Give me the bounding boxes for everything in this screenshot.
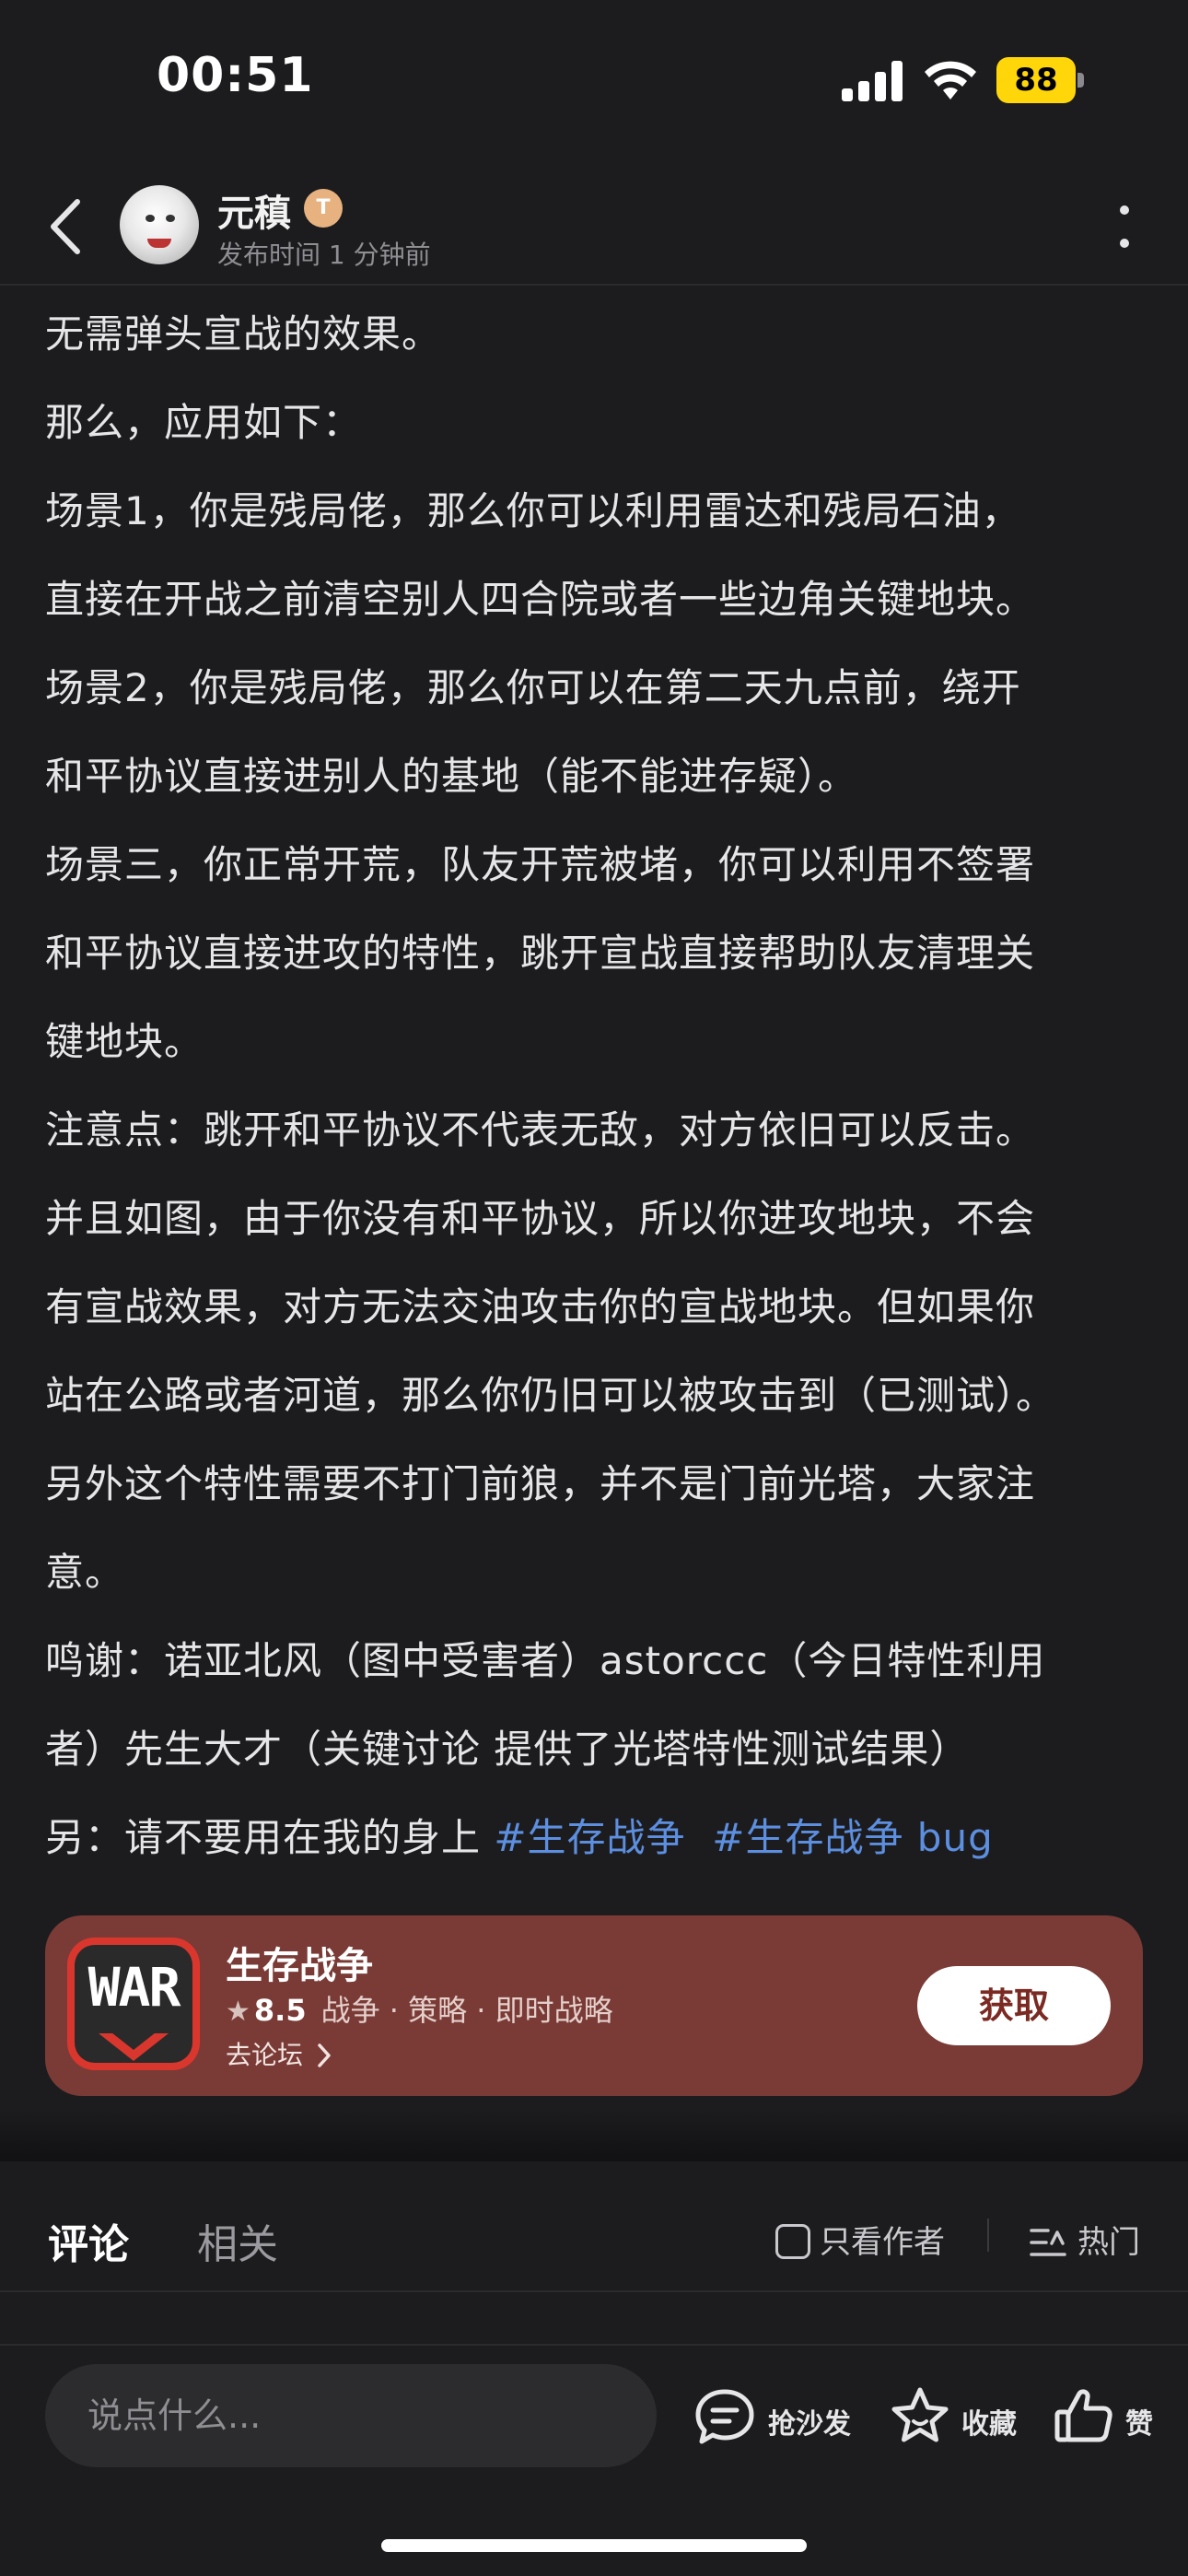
tab-related[interactable]: 相关 (197, 2211, 278, 2270)
chevron-left-icon[interactable] (42, 194, 88, 259)
get-app-button[interactable]: 获取 (917, 1966, 1111, 2045)
wifi-icon (925, 61, 976, 100)
thumbs-up-icon (1054, 2389, 1112, 2442)
post-body: 无需弹头宣战的效果。 那么，应用如下： 场景1，你是残局佬，那么你可以利用雷达和… (45, 290, 1150, 1882)
post-line: 并且如图，由于你没有和平协议，所以你进攻地块，不会 (45, 1196, 1036, 1241)
status-bar: 00:51 88 (0, 0, 1188, 166)
post-line: 那么，应用如下： (45, 400, 363, 445)
comment-button-label: 抢沙发 (768, 2408, 851, 2441)
post-line: 站在公路或者河道，那么你仍旧可以被攻击到（已测试）。 (45, 1373, 1056, 1418)
post-line: 注意点：跳开和平协议不代表无敌，对方依旧可以反击。 (45, 1107, 1036, 1153)
post-detail-page: 00:51 88 元稹 T 发布时间 1 分钟前 无需弹头宣战的效果。 那么，应… (0, 0, 1188, 2576)
app-icon-text: WAR (87, 1956, 181, 2019)
post-time: 发布时间 1 分钟前 (217, 240, 431, 270)
battery-level: 88 (1014, 62, 1058, 99)
avatar[interactable] (120, 185, 199, 264)
post-line: 直接在开战之前清空别人四合院或者一些边角关键地块。 (45, 577, 1036, 622)
author-name[interactable]: 元稹 (217, 183, 291, 237)
comments-list (0, 2292, 1188, 2346)
post-line: 场景2，你是残局佬，那么你可以在第二天九点前，绕开 (45, 665, 1021, 710)
home-indicator (381, 2539, 807, 2552)
post-line: 场景三，你正常开荒，队友开荒被堵，你可以利用不签署 (45, 842, 1036, 887)
post-line: 有宣战效果，对方无法交油攻击你的宣战地块。但如果你 (45, 1284, 1036, 1329)
post-line: 鸣谢：诺亚北风（图中受害者）astorccc（今日特性利用 (45, 1638, 1046, 1683)
post-line: 键地块。 (45, 1019, 204, 1064)
post-header: 元稹 T 发布时间 1 分钟前 (0, 170, 1188, 286)
forum-link[interactable]: 去论坛 (226, 2035, 333, 2072)
tab-comments-label: 评论 (48, 2221, 129, 2268)
divider (987, 2219, 989, 2252)
app-card[interactable]: WAR 生存战争 ★ 8.5 战争 · 策略 · 即时战略 去论坛 获取 (45, 1915, 1143, 2096)
section-divider (0, 2110, 1188, 2161)
star-icon (891, 2387, 949, 2442)
hashtag-link[interactable]: #生存战争 bug (712, 1815, 993, 1860)
app-name[interactable]: 生存战争 (226, 1936, 373, 1989)
battery-icon: 88 (996, 57, 1085, 103)
post-line: 者）先生大才（关键讨论 提供了光塔特性测试结果） (45, 1727, 970, 1772)
checkbox-icon[interactable] (775, 2224, 810, 2259)
hashtag-link[interactable]: #生存战争 (494, 1815, 685, 1860)
chevron-right-icon (318, 2043, 331, 2067)
like-button-label: 赞 (1125, 2408, 1153, 2441)
app-icon[interactable]: WAR (67, 1938, 200, 2070)
post-line-prefix: 另：请不要用在我的身上 (45, 1815, 495, 1860)
author-only-toggle[interactable]: 只看作者 (775, 2217, 945, 2262)
app-meta: ★ 8.5 战争 · 策略 · 即时战略 (226, 1987, 613, 2030)
post-line: 和平协议直接进别人的基地（能不能进存疑）。 (45, 754, 858, 799)
sort-icon (1030, 2229, 1066, 2256)
sort-label: 热门 (1077, 2224, 1140, 2261)
comment-tabs: 评论 相关 只看作者 热门 (0, 2161, 1188, 2292)
tab-comments[interactable]: 评论 (48, 2211, 133, 2270)
level-badge: T (304, 189, 343, 228)
star-icon: ★ (226, 1996, 250, 2028)
post-last-line: 另：请不要用在我的身上 #生存战争 #生存战争 bug (45, 1794, 1150, 1882)
post-line: 场景1，你是残局佬，那么你可以利用雷达和残局石油， (45, 488, 1021, 533)
post-line: 意。 (45, 1550, 125, 1595)
comment-input[interactable]: 说点什么... (45, 2364, 657, 2467)
post-line: 无需弹头宣战的效果。 (45, 311, 442, 357)
signal-icon (842, 61, 906, 101)
sort-hot-button[interactable]: 热门 (1030, 2217, 1140, 2262)
status-time: 00:51 (157, 48, 314, 103)
comment-bubble-icon (695, 2389, 754, 2444)
post-line: 和平协议直接进攻的特性，跳开宣战直接帮助队友清理关 (45, 931, 1036, 976)
post-line: 另外这个特性需要不打门前狼，并不是门前光塔，大家注 (45, 1461, 1036, 1506)
author-only-label: 只看作者 (820, 2224, 945, 2261)
favorite-button-label: 收藏 (961, 2408, 1017, 2441)
forum-link-label: 去论坛 (226, 2040, 304, 2070)
app-rating: 8.5 (253, 1993, 307, 2028)
more-vertical-icon[interactable] (1118, 202, 1131, 253)
app-tags: 战争 · 策略 · 即时战略 (320, 1993, 613, 2028)
bottom-action-bar: 说点什么... 抢沙发 收藏 赞 (0, 2348, 1188, 2576)
